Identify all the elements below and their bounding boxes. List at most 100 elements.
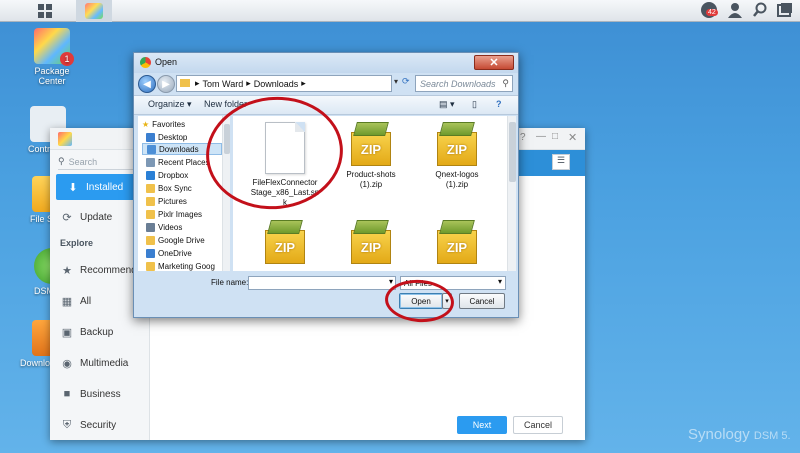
downloads-icon [147,144,156,154]
search-placeholder: Search Downloads [420,78,496,89]
file-item[interactable]: ZIP Product-shots (1).zip [331,120,411,190]
nav-item-marketing-google[interactable]: Marketing Goog [146,260,215,271]
cancel-button[interactable]: Cancel [459,293,505,309]
maximize-icon[interactable]: □ [552,131,558,142]
zip-icon: ZIP [431,120,483,170]
taskbar: 42 [0,0,800,22]
nav-label: Box Sync [158,183,192,193]
back-arrow-icon: ◀ [143,78,151,90]
minimize-icon[interactable]: — [536,131,546,142]
sort-icon[interactable]: ☰ [552,154,570,170]
refresh-icon: ⟳ [62,211,72,224]
address-dropdown-icon[interactable]: ▾ [394,77,398,86]
address-row: ◀ ▶ ▸ Tom Ward ▸ Downloads ▸ ▾ ⟳ Search … [134,73,518,95]
breadcrumb-sep: ▸ [246,78,251,88]
forward-button[interactable]: ▶ [157,75,175,93]
search-downloads-input[interactable]: Search Downloads ⚲ [415,75,513,92]
notification-badge: 42 [706,9,718,16]
sidebar-item-label: Multimedia [80,357,129,369]
desktop-icon-package-center[interactable]: 1 Package Center [25,28,79,86]
zip-icon: ZIP [259,218,311,268]
chevron-down-icon: ▾ [497,277,502,286]
zip-icon: ZIP [345,120,397,170]
address-bar[interactable]: ▸ Tom Ward ▸ Downloads ▸ [176,75,392,92]
file-name: Qnext-logos (1).zip [435,170,479,189]
nav-item-dropbox[interactable]: Dropbox [146,169,188,181]
package-center-taskbar-button[interactable] [76,0,112,22]
file-item[interactable]: ZIP [331,218,411,268]
sidebar-item-label: Installed [86,181,124,193]
nav-item-pixlr-images[interactable]: Pixlr Images [146,208,202,220]
notification-button[interactable]: 42 [701,2,719,20]
widgets-button[interactable] [777,2,795,20]
google-drive-icon [146,235,155,245]
brand-version: DSM 5. [753,430,791,442]
sidebar-item-security[interactable]: ⛨ Security [50,413,150,437]
onedrive-icon [146,248,155,258]
back-button[interactable]: ◀ [138,75,156,93]
file-scrollbar[interactable] [507,116,516,271]
user-button[interactable] [727,2,745,20]
search-button[interactable] [752,2,770,20]
sidebar-item-business[interactable]: ■ Business [50,382,150,406]
package-center-badge: 1 [60,52,74,66]
nav-label: Favorites [152,119,186,129]
nav-item-google-drive[interactable]: Google Drive [146,234,205,246]
zip-icon: ZIP [431,218,483,268]
help-icon[interactable]: ? [520,132,526,143]
box-sync-icon [146,183,155,193]
nav-item-box-sync[interactable]: Box Sync [146,182,192,194]
breadcrumb-item[interactable]: Downloads [254,79,299,89]
star-icon: ★ [142,119,150,129]
multimedia-icon: ◉ [62,357,72,370]
main-menu-button[interactable] [28,0,62,22]
synology-watermark: Synology DSM 5. [688,426,791,443]
search-icon [753,2,767,17]
sidebar-item-backup[interactable]: ▣ Backup [50,320,150,344]
desktop-icon [146,132,155,142]
close-icon[interactable]: ✕ [568,131,577,144]
nav-item-recent-places[interactable]: Recent Places [146,156,210,168]
refresh-icon[interactable]: ⟳ [402,76,410,87]
package-center-icon [58,132,72,146]
grid-icon: ▦ [61,295,73,308]
brand-name: Synology [688,426,750,443]
sidebar-item-label: All [80,295,92,307]
nav-item-pictures[interactable]: Pictures [146,195,187,207]
breadcrumb-item[interactable]: Tom Ward [203,79,244,89]
file-item[interactable]: ZIP [417,218,497,268]
dialog-title: Open [155,57,178,67]
scrollbar-thumb[interactable] [509,122,516,182]
file-item[interactable]: ZIP Qnext-logos (1).zip [417,120,497,190]
nav-favorites[interactable]: ★ Favorites [142,118,185,130]
close-button[interactable]: ✕ [474,55,514,70]
sidebar-item-multimedia[interactable]: ◉ Multimedia [50,351,150,375]
nav-item-videos[interactable]: Videos [146,221,182,233]
file-name-input[interactable]: ▾ [248,276,396,290]
explore-heading: Explore [60,238,94,248]
nav-label: Pictures [158,196,187,206]
star-icon: ★ [62,264,72,277]
organize-button[interactable]: Organize ▾ [148,99,192,110]
nav-label: Desktop [158,132,188,142]
help-icon[interactable]: ? [496,99,502,109]
search-field[interactable]: ⚲ Search [58,154,142,170]
backup-icon: ▣ [61,326,73,339]
dialog-titlebar: Open ✕ [134,53,518,73]
package-center-icon [85,3,103,19]
file-item[interactable]: ZIP [245,218,325,268]
next-button[interactable]: Next [457,416,507,434]
user-icon [728,3,742,18]
shield-icon: ⛨ [62,418,72,431]
nav-item-onedrive[interactable]: OneDrive [146,247,192,259]
cancel-button[interactable]: Cancel [513,416,563,434]
nav-item-desktop[interactable]: Desktop [146,131,187,143]
sidebar-item-label: Update [80,211,113,223]
folder-icon [146,209,155,219]
view-options-icon[interactable]: ▤ ▾ [439,99,455,110]
search-icon: ⚲ [502,78,509,88]
pictures-icon [146,196,155,206]
sidebar-item-label: Business [80,388,121,400]
package-center-icon: 1 [34,28,74,66]
preview-pane-icon[interactable]: ▯ [472,99,477,110]
